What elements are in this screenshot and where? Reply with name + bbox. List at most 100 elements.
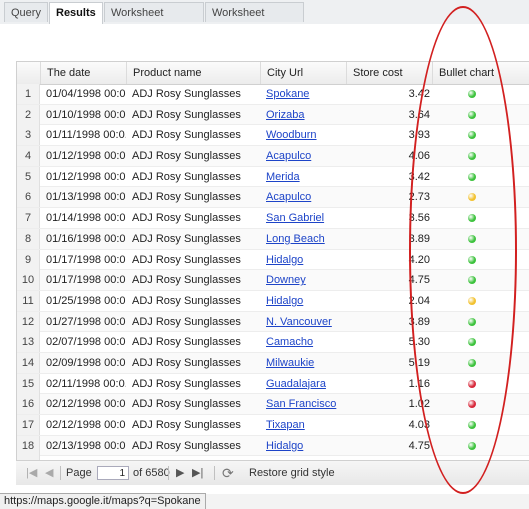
cell-bullet-chart: [432, 332, 529, 352]
cell-date: 01/27/1998 00:0...: [46, 315, 126, 328]
city-url-link[interactable]: Hidalgo: [266, 440, 303, 452]
restore-grid-style-button[interactable]: Restore grid style: [249, 461, 335, 485]
cell-date: 01/10/1998 00:0...: [46, 108, 126, 121]
table-row[interactable]: 8 01/16/1998 00:0... ADJ Rosy Sunglasses Lo…: [17, 228, 529, 250]
cell-date: 01/04/1998 00:0...: [46, 88, 126, 100]
cell-date: 02/07/1998 00:0...: [46, 336, 126, 349]
city-url-link[interactable]: San Francisco: [266, 398, 336, 410]
next-page-icon[interactable]: ▶: [176, 461, 184, 485]
row-number: 15: [17, 373, 40, 394]
status-green-dot-icon: [468, 338, 476, 347]
city-url-link[interactable]: Downey: [266, 274, 306, 286]
header-product-name[interactable]: Product name: [126, 62, 260, 84]
status-green-dot-icon: [468, 90, 476, 98]
prev-page-icon[interactable]: ◀: [45, 461, 53, 485]
cell-bullet-chart: [432, 394, 529, 414]
cell-product-name: ADJ Rosy Sunglasses: [132, 108, 241, 121]
pager-separator: [214, 466, 215, 480]
row-number: 8: [17, 228, 40, 249]
status-green-dot-icon: [468, 234, 476, 243]
header-the-date[interactable]: The date: [40, 62, 126, 84]
cell-store-cost: 4.03: [408, 419, 430, 431]
city-url-link[interactable]: N. Vancouver: [266, 316, 332, 328]
city-url-link[interactable]: Acapulco: [266, 191, 311, 203]
status-bar-url: https://maps.google.it/maps?q=Spokane: [0, 493, 206, 509]
tab-worksheet-preview[interactable]: Worksheet Preview: [205, 2, 304, 39]
table-row[interactable]: 1 01/04/1998 00:0... ADJ Rosy Sunglasses Sp…: [17, 84, 529, 105]
cell-date: 01/17/1998 00:0...: [46, 274, 126, 287]
city-url-link[interactable]: Merida: [266, 171, 300, 183]
cell-bullet-chart: [432, 125, 529, 145]
city-url-link[interactable]: Woodburn: [266, 129, 317, 141]
tab-results[interactable]: Results: [49, 2, 103, 25]
pager-separator: [168, 466, 169, 480]
header-row-number: [17, 62, 40, 84]
table-row[interactable]: 3 01/11/1998 00:0... ADJ Rosy Sunglasses Wo…: [17, 125, 529, 147]
table-row[interactable]: 18 02/13/1998 00:0... ADJ Rosy Sunglasses H…: [17, 435, 529, 457]
cell-date: 02/11/1998 00:0...: [46, 377, 126, 390]
table-row[interactable]: 14 02/09/1998 00:0... ADJ Rosy Sunglasses M…: [17, 352, 529, 374]
city-url-link[interactable]: Hidalgo: [266, 254, 303, 266]
table-row[interactable]: 2 01/10/1998 00:0... ADJ Rosy Sunglasses Or…: [17, 104, 529, 126]
row-number: 16: [17, 394, 40, 415]
city-url-link[interactable]: Guadalajara: [266, 378, 326, 390]
table-row[interactable]: 16 02/12/1998 00:0... ADJ Rosy Sunglasses S…: [17, 394, 529, 415]
cell-store-cost: 3.64: [408, 108, 430, 121]
cell-city-link: Orizaba: [260, 105, 346, 125]
status-yellow-dot-icon: [468, 296, 476, 305]
cell-date: 01/25/1998 00:0...: [46, 294, 126, 307]
table-row[interactable]: 12 01/27/1998 00:0... ADJ Rosy Sunglasses N…: [17, 311, 529, 333]
cell-product-name: ADJ Rosy Sunglasses: [132, 336, 241, 349]
cell-bullet-chart: [432, 208, 529, 228]
table-row[interactable]: 15 02/11/1998 00:0... ADJ Rosy Sunglasses G…: [17, 373, 529, 395]
city-url-link[interactable]: Camacho: [266, 336, 313, 348]
grid-header: The date Product name City Url Store cos…: [17, 62, 529, 85]
row-number: 18: [17, 435, 40, 456]
header-bullet-chart[interactable]: Bullet chart: [432, 62, 529, 84]
status-green-dot-icon: [468, 255, 476, 264]
cell-store-cost: 3.56: [408, 212, 430, 225]
city-url-link[interactable]: Acapulco: [266, 150, 311, 162]
table-row[interactable]: 10 01/17/1998 00:0... ADJ Rosy Sunglasses D…: [17, 270, 529, 291]
city-url-link[interactable]: Long Beach: [266, 233, 325, 245]
table-row[interactable]: 17 02/12/1998 00:0... ADJ Rosy Sunglasses T…: [17, 415, 529, 436]
table-row[interactable]: 7 01/14/1998 00:0... ADJ Rosy Sunglasses Sa…: [17, 208, 529, 229]
cell-store-cost: 1.16: [408, 377, 430, 390]
tab-worksheet-designer[interactable]: Worksheet designer: [104, 2, 204, 39]
city-url-link[interactable]: San Gabriel: [266, 212, 324, 224]
row-number: 3: [17, 125, 40, 146]
table-row[interactable]: 13 02/07/1998 00:0... ADJ Rosy Sunglasses C…: [17, 332, 529, 353]
status-yellow-dot-icon: [468, 193, 476, 202]
page-number-input[interactable]: 1: [97, 466, 129, 480]
row-number: 4: [17, 146, 40, 167]
status-green-dot-icon: [468, 421, 476, 429]
cell-city-link: San Gabriel: [260, 208, 346, 228]
city-url-link[interactable]: Tixapan: [266, 419, 305, 431]
city-url-link[interactable]: Hidalgo: [266, 295, 303, 307]
cell-store-cost: 2.04: [408, 294, 430, 307]
cell-store-cost: 3.89: [408, 232, 430, 245]
city-url-link[interactable]: Spokane: [266, 88, 309, 100]
city-url-link[interactable]: Milwaukie: [266, 357, 314, 369]
header-store-cost[interactable]: Store cost: [346, 62, 432, 84]
cell-city-link: Milwaukie: [260, 353, 346, 373]
cell-product-name: ADJ Rosy Sunglasses: [132, 170, 241, 183]
cell-city-link: Hidalgo: [260, 291, 346, 311]
cell-product-name: ADJ Rosy Sunglasses: [132, 150, 241, 163]
table-row[interactable]: 9 01/17/1998 00:0... ADJ Rosy Sunglasses Hi…: [17, 249, 529, 271]
header-city-url[interactable]: City Url: [260, 62, 346, 84]
table-row[interactable]: 11 01/25/1998 00:0... ADJ Rosy Sunglasses H…: [17, 290, 529, 312]
cell-city-link: Hidalgo: [260, 250, 346, 270]
row-number: 11: [17, 290, 40, 311]
first-page-icon[interactable]: |◀: [26, 461, 37, 485]
tab-query[interactable]: Query: [4, 2, 48, 22]
table-row[interactable]: 4 01/12/1998 00:0... ADJ Rosy Sunglasses Ac…: [17, 146, 529, 167]
cell-date: 02/12/1998 00:0...: [46, 419, 126, 431]
cell-product-name: ADJ Rosy Sunglasses: [132, 253, 241, 266]
city-url-link[interactable]: Orizaba: [266, 109, 305, 121]
table-row[interactable]: 6 01/13/1998 00:0... ADJ Rosy Sunglasses Ac…: [17, 187, 529, 209]
last-page-icon[interactable]: ▶|: [192, 461, 203, 485]
page-label: Page: [66, 467, 92, 479]
refresh-icon[interactable]: ⟳: [222, 461, 234, 485]
table-row[interactable]: 5 01/12/1998 00:0... ADJ Rosy Sunglasses Me…: [17, 166, 529, 188]
